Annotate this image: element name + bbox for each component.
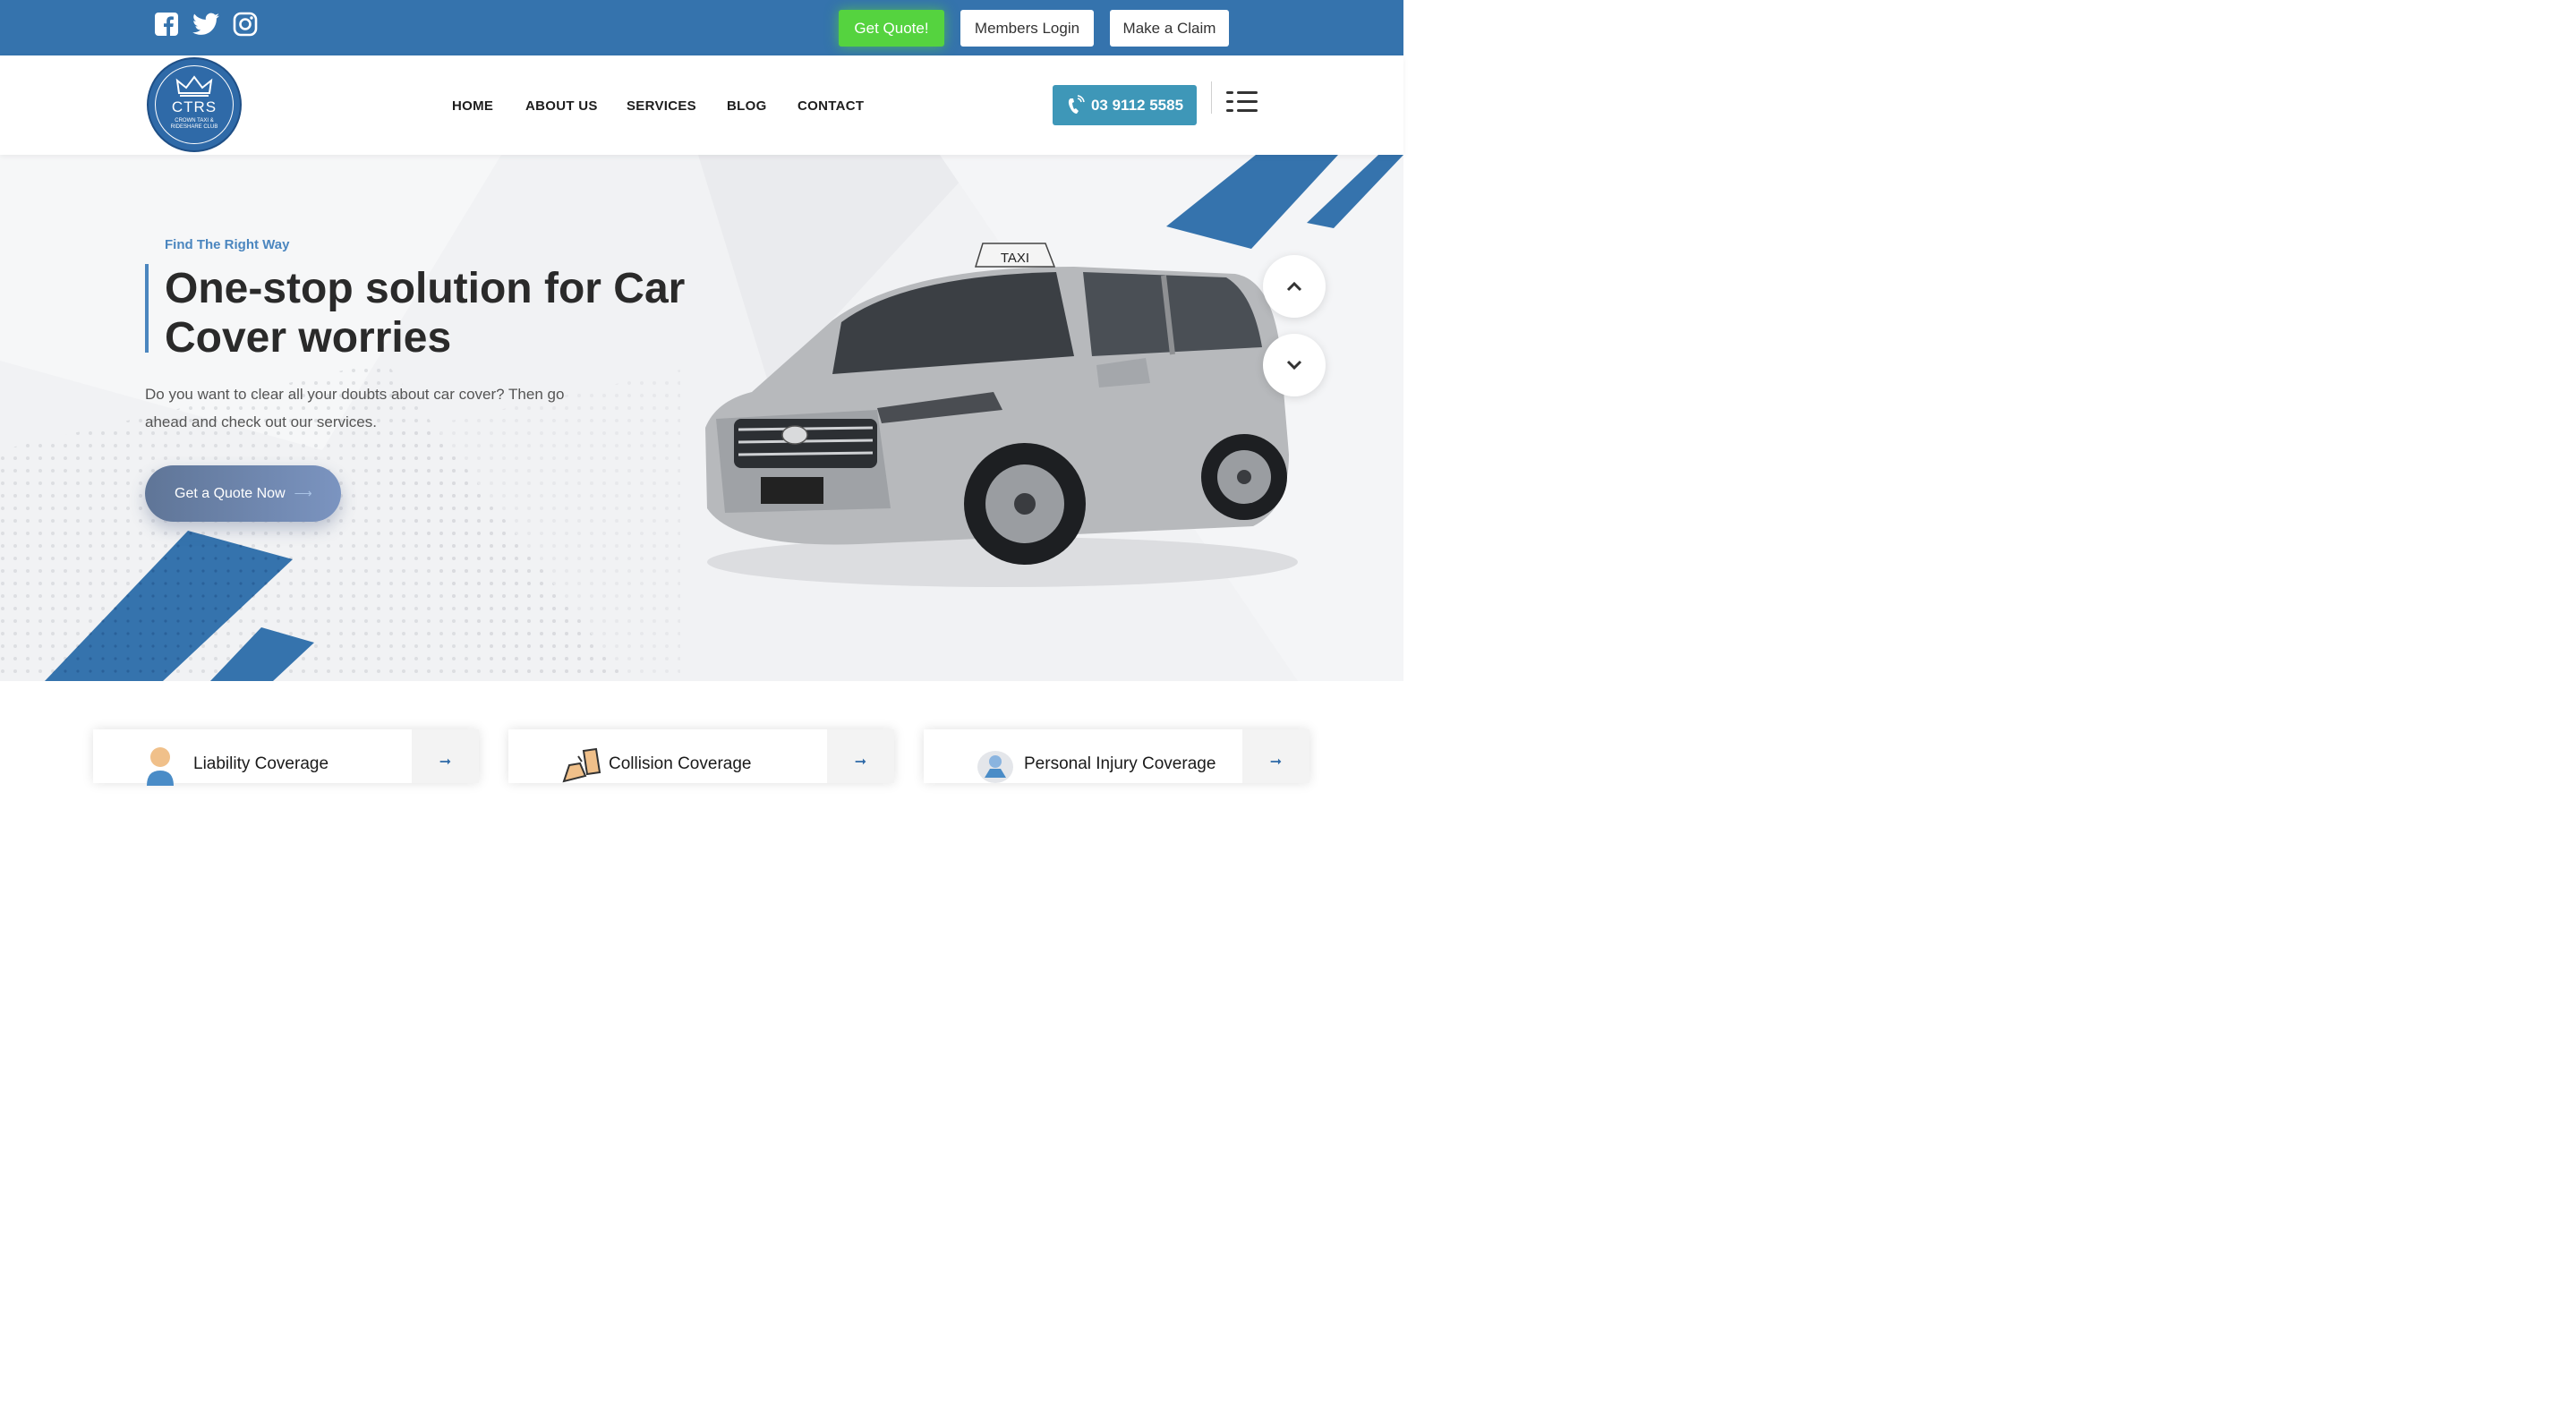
cta-label: Get a Quote Now [175,485,286,501]
card-title: Liability Coverage [193,754,329,773]
chevron-up-icon [1286,281,1302,292]
card-collision[interactable]: Collision Coverage ➞ [508,729,894,783]
taxi-car-image: TAXI [705,243,1298,587]
scroll-up-button[interactable] [1263,255,1326,318]
arrow-right-icon[interactable]: ➞ [827,729,894,783]
instagram-icon[interactable] [232,11,259,38]
injury-icon [977,751,1013,783]
headline-line-1: One-stop solution for Car [165,265,686,312]
card-title: Personal Injury Coverage [1024,754,1216,773]
taxi-sign-text: TAXI [1001,251,1029,266]
phone-button[interactable]: 03 9112 5585 [1053,85,1197,125]
nav-blog[interactable]: BLOG [727,98,767,114]
phone-icon [1068,94,1085,114]
hero-section: Find The Right Way One-stop solution for… [0,155,1403,681]
facebook-icon[interactable] [153,11,180,38]
card-title: Collision Coverage [609,754,752,773]
header-divider [1211,81,1212,114]
nav-about-us[interactable]: ABOUT US [525,98,598,114]
arrow-right-icon[interactable]: ➞ [412,729,479,783]
make-claim-button[interactable]: Make a Claim [1110,10,1229,47]
collision-icon [562,747,601,783]
hamburger-icon[interactable] [1226,91,1258,113]
logo-subtitle: CROWN TAXI & RIDESHARE CLUB [149,118,240,131]
scroll-down-button[interactable] [1263,334,1326,396]
nav-contact[interactable]: CONTACT [798,98,864,114]
nav-services[interactable]: SERVICES [627,98,696,114]
description-line-2: ahead and check out our services. [145,413,377,430]
nav-home[interactable]: HOME [452,98,493,114]
members-login-button[interactable]: Members Login [960,10,1094,47]
get-quote-button[interactable]: Get Quote! [839,10,944,47]
headline-accent-bar [145,264,149,353]
arrow-right-icon: ⟶ [294,486,312,500]
arrow-right-icon[interactable]: ➞ [1242,729,1309,783]
phone-number: 03 9112 5585 [1090,96,1184,114]
logo-sub-line1: CROWN TAXI & [175,118,214,124]
hero-headline: One-stop solution for Car Cover worries [165,264,702,362]
get-quote-now-button[interactable]: Get a Quote Now ⟶ [145,465,341,522]
person-icon [147,747,174,786]
logo-abbrev: CTRS [171,98,218,115]
crown-icon [175,75,213,97]
card-liability[interactable]: Liability Coverage ➞ [93,729,479,786]
card-personal-injury[interactable]: Personal Injury Coverage ➞ [924,729,1309,783]
site-header: CTRS CROWN TAXI & RIDESHARE CLUB HOME AB… [0,55,1403,155]
headline-line-2: Cover worries [165,314,452,362]
description-line-1: Do you want to clear all your doubts abo… [145,386,565,403]
chevron-down-icon [1286,360,1302,371]
hero-description: Do you want to clear all your doubts abo… [145,380,593,436]
hero-eyebrow: Find The Right Way [165,237,290,252]
logo-sub-line2: RIDESHARE CLUB [170,124,218,130]
twitter-icon[interactable] [192,11,219,38]
logo[interactable]: CTRS CROWN TAXI & RIDESHARE CLUB [147,57,242,152]
top-bar: Get Quote! Members Login Make a Claim [0,0,1403,55]
